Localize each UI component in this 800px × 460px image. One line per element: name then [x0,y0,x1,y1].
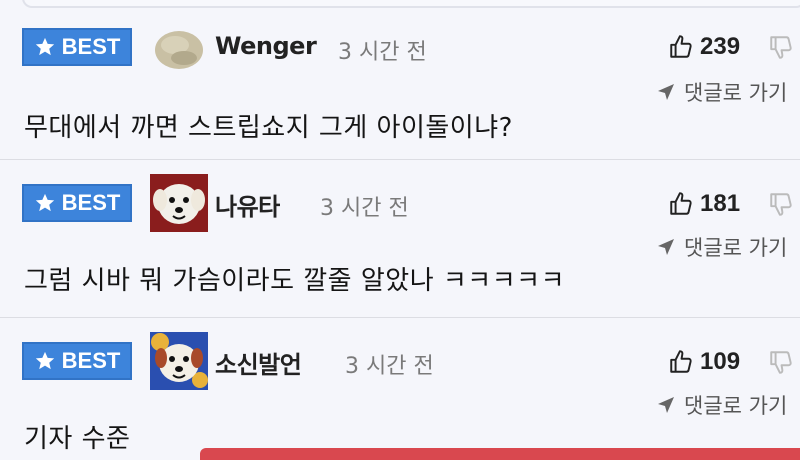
comment-item: BEST Wenger 3 시간 전 239 댓글로 가기 무대에서 까면 스트… [0,0,800,160]
like-button[interactable]: 239 [668,33,740,61]
dog-avatar-icon[interactable] [150,174,208,232]
reply-label: 댓글로 가기 [684,236,788,260]
comment-text: 무대에서 까면 스트립쇼지 그게 아이돌이냐? [24,113,513,143]
comment-item: BEST 나유타 3 시간 전 181 댓글로 가기 그럼 시바 뭐 가슴이라도… [0,160,800,318]
username[interactable]: 나유타 [215,187,280,222]
best-badge: BEST [22,184,132,222]
arrow-icon [658,397,674,413]
reply-label: 댓글로 가기 [684,394,788,418]
star-icon [35,351,54,370]
like-count: 109 [700,348,741,375]
username[interactable]: 소신발언 [215,345,302,380]
star-icon [35,193,54,212]
reply-link[interactable]: 댓글로 가기 [656,390,787,420]
thumbs-up-icon [670,192,692,215]
comment-item: BEST 소신발언 3 시간 전 109 댓글로 가기 기자 수준 [0,318,800,454]
like-count: 181 [700,190,741,217]
best-badge: BEST [22,28,132,66]
thumbs-down-icon[interactable] [768,190,794,218]
timestamp: 3 시간 전 [320,196,409,221]
star-icon [35,37,54,56]
reply-link[interactable]: 댓글로 가기 [656,77,787,107]
like-button[interactable]: 181 [668,190,740,218]
timestamp: 3 시간 전 [338,40,427,65]
next-card-edge [200,448,800,460]
reply-label: 댓글로 가기 [684,81,788,105]
badge-label: BEST [61,190,121,215]
comment-text: 그럼 시바 뭐 가슴이라도 깔줄 알았나 ㅋㅋㅋㅋㅋ [24,266,565,296]
badge-label: BEST [61,34,121,59]
rock-avatar-icon[interactable] [150,20,208,78]
username[interactable]: Wenger [215,32,317,60]
thumbs-up-icon [670,35,692,58]
arrow-icon [658,239,674,255]
thumbs-down-icon[interactable] [768,348,794,376]
best-badge: BEST [22,342,132,380]
like-count: 239 [700,33,741,60]
badge-label: BEST [61,348,121,373]
like-button[interactable]: 109 [668,348,740,376]
thumbs-up-icon [670,350,692,373]
reply-link[interactable]: 댓글로 가기 [656,232,787,262]
arrow-icon [658,84,674,100]
dog-avatar-icon[interactable] [150,332,208,390]
comment-text: 기자 수준 [24,424,131,454]
thumbs-down-icon[interactable] [768,33,794,61]
timestamp: 3 시간 전 [345,354,434,379]
